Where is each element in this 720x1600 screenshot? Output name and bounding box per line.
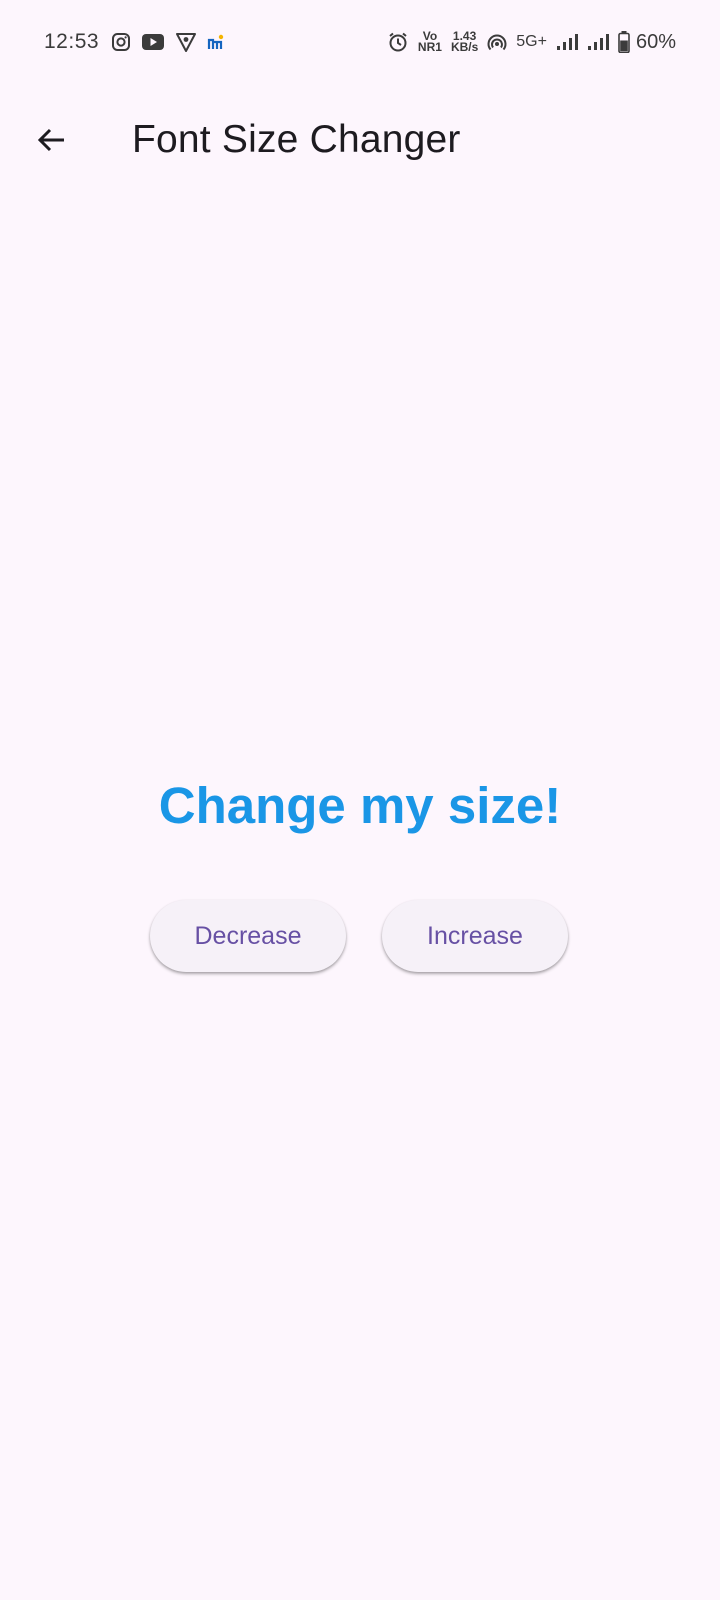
page-title: Font Size Changer — [132, 118, 461, 161]
signal-icon-2 — [587, 32, 609, 52]
increase-button[interactable]: Increase — [382, 900, 568, 972]
status-bar: 12:53 Vo NR1 1.43 KB/s 5G+ 60% — [0, 0, 720, 84]
network-speed: 1.43 KB/s — [450, 30, 479, 54]
decrease-button[interactable]: Decrease — [150, 900, 346, 972]
app-m-icon — [207, 33, 225, 51]
button-row: Decrease Increase — [150, 900, 568, 972]
app-bar: Font Size Changer — [0, 84, 720, 196]
back-button[interactable] — [24, 112, 80, 168]
volte-bottom: NR1 — [417, 40, 442, 54]
speed-unit: KB/s — [450, 40, 479, 54]
network-type: 5G+ — [516, 33, 547, 50]
main-content: Change my size! Decrease Increase — [0, 196, 720, 1600]
arrow-back-icon — [37, 128, 64, 152]
vpn-shield-icon — [175, 32, 197, 52]
status-left: 12:53 — [44, 30, 235, 54]
alarm-icon — [387, 31, 409, 53]
increase-label: Increase — [427, 921, 523, 950]
decrease-label: Decrease — [194, 921, 302, 950]
resizable-text: Change my size! — [158, 777, 562, 834]
youtube-icon — [141, 33, 165, 51]
status-right: Vo NR1 1.43 KB/s 5G+ 60% — [378, 30, 676, 54]
signal-icon — [556, 32, 578, 52]
instagram-icon — [111, 32, 131, 52]
battery-icon — [618, 31, 630, 53]
hotspot-icon — [487, 32, 507, 52]
battery-percent: 60% — [635, 30, 676, 53]
volte-indicator: Vo NR1 — [417, 30, 442, 54]
status-time: 12:53 — [44, 30, 100, 53]
